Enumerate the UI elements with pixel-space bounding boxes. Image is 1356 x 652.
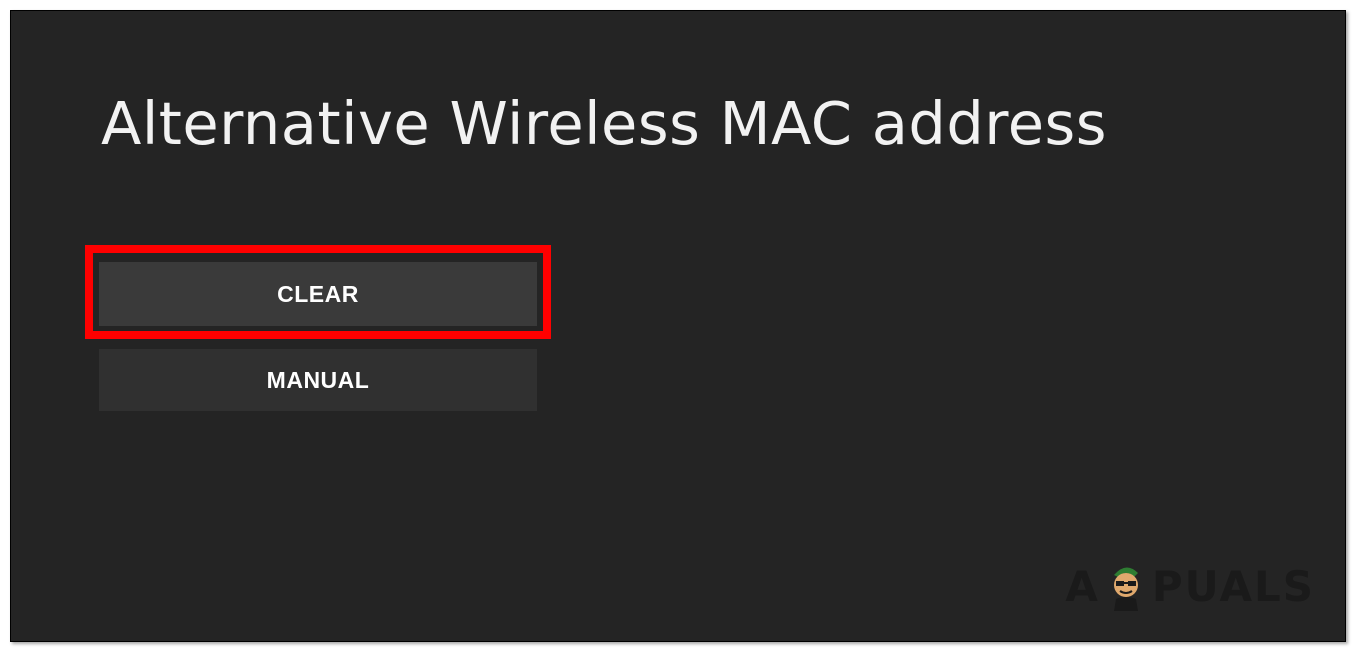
watermark-text-left: A — [1065, 561, 1100, 611]
appuals-watermark: A PUALS — [1065, 561, 1315, 611]
page-title: Alternative Wireless MAC address — [101, 89, 1108, 158]
watermark-text-right: PUALS — [1151, 561, 1315, 611]
settings-screen: Alternative Wireless MAC address CLEAR M… — [10, 10, 1346, 642]
clear-button[interactable]: CLEAR — [99, 262, 537, 326]
manual-button[interactable]: MANUAL — [99, 349, 537, 411]
mascot-icon — [1113, 567, 1138, 611]
